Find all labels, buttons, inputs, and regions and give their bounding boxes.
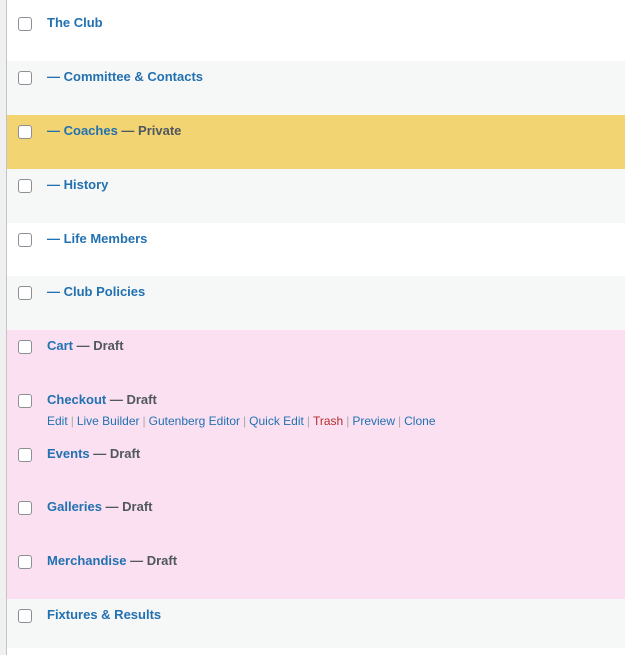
page-title-link[interactable]: Cart — [47, 338, 73, 353]
post-state: — Draft — [73, 338, 124, 353]
row-title: Galleries — Draft — [47, 499, 153, 515]
row-title: Cart — Draft — [47, 338, 124, 354]
page-title-link[interactable]: — History — [47, 177, 108, 192]
page-title-link[interactable]: — Coaches — [47, 123, 118, 138]
separator: | — [346, 414, 350, 428]
table-row: — History — [7, 169, 625, 223]
preview-link[interactable]: Preview — [352, 414, 395, 428]
post-state: — Draft — [126, 553, 178, 568]
row-checkbox[interactable] — [18, 286, 32, 300]
table-row: Checkout — Draft Edit | Live Builder | Guten… — [7, 384, 625, 438]
post-state: — Draft — [106, 392, 157, 407]
row-title: — Committee & Contacts — [47, 69, 203, 85]
live-builder-link[interactable]: Live Builder — [77, 414, 140, 428]
row-actions: Edit | Live Builder | Gutenberg Editor | Quick… — [47, 414, 436, 428]
separator: | — [306, 414, 310, 428]
row-title: Fixtures & Results — [47, 607, 161, 623]
row-checkbox[interactable] — [18, 501, 32, 515]
table-row: Fixtures & Results — [7, 599, 625, 648]
row-checkbox[interactable] — [18, 394, 32, 408]
table-row: — Committee & Contacts — [7, 61, 625, 115]
row-checkbox[interactable] — [18, 233, 32, 247]
row-title: Events — Draft — [47, 446, 140, 462]
row-title: Merchandise — Draft — [47, 553, 177, 569]
quick-edit-link[interactable]: Quick Edit — [249, 414, 304, 428]
table-row: The Club — [7, 7, 625, 61]
table-row: Merchandise — Draft — [7, 545, 625, 599]
table-row: — Coaches — Private — [7, 115, 625, 169]
post-state: — Draft — [101, 499, 153, 514]
page-title-link[interactable]: The Club — [47, 15, 103, 30]
post-state: — Private — [117, 123, 182, 138]
table-row: — Club Policies — [7, 276, 625, 330]
row-checkbox[interactable] — [18, 448, 32, 462]
row-checkbox[interactable] — [18, 17, 32, 31]
row-title: — Coaches — Private — [47, 123, 181, 139]
separator: | — [70, 414, 74, 428]
page-title-link[interactable]: — Life Members — [47, 231, 147, 246]
page-title-link[interactable]: Events — [47, 446, 90, 461]
edit-link[interactable]: Edit — [47, 414, 68, 428]
clone-link[interactable]: Clone — [404, 414, 435, 428]
row-checkbox[interactable] — [18, 125, 32, 139]
row-checkbox[interactable] — [18, 179, 32, 193]
table-row: Events — Draft — [7, 438, 625, 491]
row-checkbox[interactable] — [18, 71, 32, 85]
row-checkbox[interactable] — [18, 340, 32, 354]
gutenberg-editor-link[interactable]: Gutenberg Editor — [149, 414, 240, 428]
left-border — [0, 0, 7, 655]
row-checkbox[interactable] — [18, 609, 32, 623]
table-row: Cart — Draft — [7, 330, 625, 384]
row-title: The Club — [47, 15, 103, 31]
trash-link[interactable]: Trash — [313, 414, 343, 428]
page-title-link[interactable]: Checkout — [47, 392, 106, 407]
page-title-link[interactable]: Merchandise — [47, 553, 126, 568]
row-title: Checkout — Draft — [47, 392, 157, 408]
page-title-link[interactable]: Galleries — [47, 499, 102, 514]
page-title-link[interactable]: — Committee & Contacts — [47, 69, 203, 84]
post-state: — Draft — [89, 446, 141, 461]
separator: | — [243, 414, 247, 428]
table-row: Galleries — Draft — [7, 491, 625, 545]
row-title: — Club Policies — [47, 284, 145, 300]
row-checkbox[interactable] — [18, 555, 32, 569]
table-row: — Life Members — [7, 223, 625, 276]
row-title: — History — [47, 177, 108, 193]
page-title-link[interactable]: — Club Policies — [47, 284, 145, 299]
separator: | — [398, 414, 402, 428]
pages-list-table: The Club — Committee & Contacts — Coache… — [7, 7, 625, 648]
row-title: — Life Members — [47, 231, 147, 247]
separator: | — [142, 414, 146, 428]
page-title-link[interactable]: Fixtures & Results — [47, 607, 161, 622]
